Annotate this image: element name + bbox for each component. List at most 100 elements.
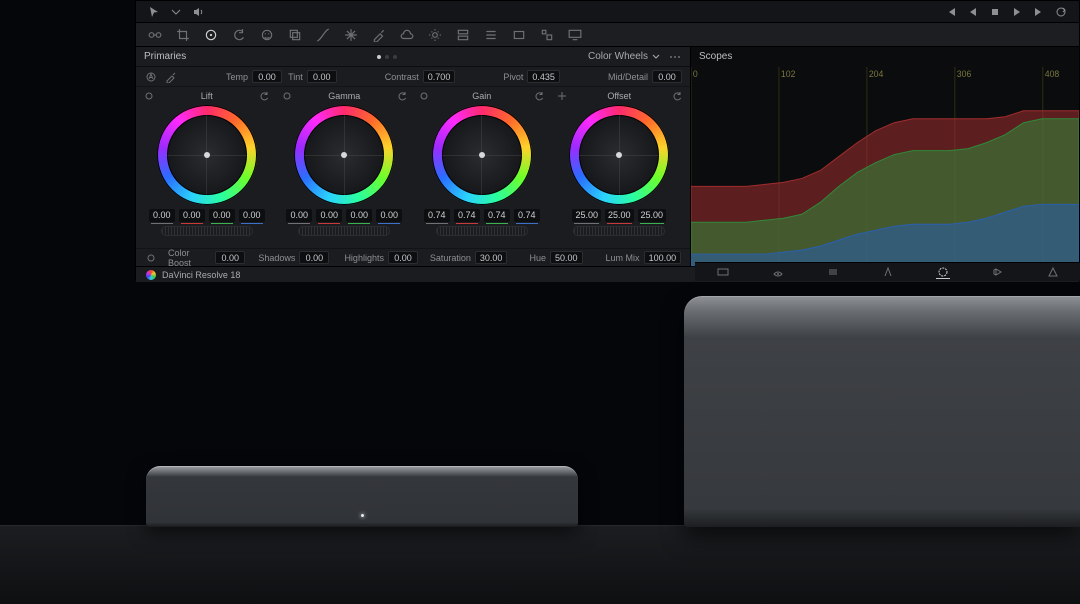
contrast-value[interactable]: 0.700: [423, 70, 456, 83]
wheel-gamma-val-3[interactable]: 0.00: [376, 209, 402, 222]
davinci-window: Primaries Color Wheels: [135, 0, 1080, 281]
highlights-value[interactable]: 0.00: [388, 251, 418, 264]
fairlight-page-icon[interactable]: [991, 265, 1005, 279]
wheel-gamma-control[interactable]: [294, 105, 394, 205]
fusion-page-icon[interactable]: [881, 265, 895, 279]
panel-menu-icon[interactable]: [668, 50, 682, 64]
stack-icon[interactable]: [456, 28, 470, 42]
color-page-icon[interactable]: [936, 265, 950, 279]
go-end-icon[interactable]: [1033, 6, 1045, 18]
wheel-lift-jog[interactable]: [161, 226, 253, 236]
cloud-icon[interactable]: [400, 28, 414, 42]
parade-scope[interactable]: 0102204306408: [691, 67, 1079, 266]
wheel-gain-val-0[interactable]: 0.74: [424, 209, 450, 222]
wheel-lift-val-3[interactable]: 0.00: [239, 209, 265, 222]
wheel-lift-val-0[interactable]: 0.00: [149, 209, 175, 222]
cut-page-icon[interactable]: [771, 265, 785, 279]
node-icon[interactable]: [148, 28, 162, 42]
wheel-gamma-val-1[interactable]: 0.00: [316, 209, 342, 222]
contrast-label: Contrast: [385, 72, 419, 82]
wheel-offset-left-icon[interactable]: [557, 91, 567, 101]
wheel-gain-val-2[interactable]: 0.74: [484, 209, 510, 222]
curves-icon[interactable]: [316, 28, 330, 42]
hsv-icon[interactable]: [484, 28, 498, 42]
wheel-gain-jog[interactable]: [436, 226, 528, 236]
highlights-label: Highlights: [344, 253, 384, 263]
shadows-value[interactable]: 0.00: [299, 251, 329, 264]
stop-icon[interactable]: [989, 6, 1001, 18]
sun-icon[interactable]: [428, 28, 442, 42]
picker2-icon[interactable]: [164, 70, 178, 84]
picker-icon[interactable]: [372, 28, 386, 42]
svg-text:204: 204: [869, 69, 884, 79]
target-icon[interactable]: [204, 28, 218, 42]
tint-value[interactable]: 0.00: [307, 70, 337, 83]
wheel-lift-val-2[interactable]: 0.00: [209, 209, 235, 222]
wheel-offset-val-1[interactable]: 25.00: [605, 209, 634, 222]
wheel-lift: Lift 0.000.000.000.00: [140, 91, 274, 248]
wheel-gain-control[interactable]: [432, 105, 532, 205]
wheel-offset-reset-icon[interactable]: [672, 91, 682, 101]
middetail-value[interactable]: 0.00: [652, 70, 682, 83]
mode-selector[interactable]: Color Wheels: [588, 51, 660, 62]
pointer-tool-icon[interactable]: [148, 6, 160, 18]
face-icon[interactable]: [260, 28, 274, 42]
scale-icon[interactable]: [540, 28, 554, 42]
snowflake-icon[interactable]: [344, 28, 358, 42]
mac-studio-device: [684, 296, 1080, 527]
wheel-gamma-val-2[interactable]: 0.00: [346, 209, 372, 222]
color-toolbar: [136, 23, 1079, 47]
play-icon[interactable]: [1011, 6, 1023, 18]
scopes-panel: Scopes 0102204306408: [691, 47, 1079, 266]
wheel-gamma-left-icon[interactable]: [282, 91, 292, 101]
scopes-title: Scopes: [699, 51, 732, 62]
wheel-offset: Offset 25.0025.0025.00: [553, 91, 687, 248]
wheel-gain-values: 0.74 0.74 0.74 0.74: [424, 209, 540, 222]
page-dots[interactable]: [186, 55, 588, 59]
auto-icon[interactable]: [144, 70, 158, 84]
wheel-gain-val-3[interactable]: 0.74: [514, 209, 540, 222]
crop-icon[interactable]: [176, 28, 190, 42]
deliver-page-icon[interactable]: [1046, 265, 1060, 279]
pivot-value[interactable]: 0.435: [527, 70, 560, 83]
monitor-icon[interactable]: [568, 28, 582, 42]
wheel-lift-reset-icon[interactable]: [259, 91, 269, 101]
loop-icon[interactable]: [1055, 6, 1067, 18]
wheel-gain-val-1[interactable]: 0.74: [454, 209, 480, 222]
hue-value[interactable]: 50.00: [550, 251, 583, 264]
wheel-gamma-reset-icon[interactable]: [397, 91, 407, 101]
reset-icon[interactable]: [232, 28, 246, 42]
wheel-lift-left-icon[interactable]: [144, 91, 154, 101]
saturation-value[interactable]: 30.00: [475, 251, 508, 264]
play-reverse-icon[interactable]: [967, 6, 979, 18]
wheel-gamma-jog[interactable]: [298, 226, 390, 236]
chevron-down-icon[interactable]: [170, 6, 182, 18]
wheel-gain-reset-icon[interactable]: [534, 91, 544, 101]
copy-icon[interactable]: [288, 28, 302, 42]
wheel-offset-jog[interactable]: [573, 226, 665, 236]
wheel-gain-left-icon[interactable]: [419, 91, 429, 101]
wheel-lift-val-1[interactable]: 0.00: [179, 209, 205, 222]
media-page-icon[interactable]: [716, 265, 730, 279]
link-icon[interactable]: [144, 251, 158, 265]
wheel-gamma-val-0[interactable]: 0.00: [286, 209, 312, 222]
global-adjust-row: Temp 0.00 Tint 0.00 Contrast 0.700 Pivot…: [136, 67, 690, 87]
wheel-lift-control[interactable]: [157, 105, 257, 205]
lummix-label: Lum Mix: [606, 253, 640, 263]
power-led-icon: [361, 514, 364, 517]
speaker-icon[interactable]: [192, 6, 204, 18]
lummix-value[interactable]: 100.00: [644, 251, 682, 264]
colorboost-value[interactable]: 0.00: [215, 251, 245, 264]
wheel-offset-values: 25.00 25.00 25.00: [572, 209, 666, 222]
temp-value[interactable]: 0.00: [252, 70, 282, 83]
go-start-icon[interactable]: [945, 6, 957, 18]
clip-icon[interactable]: [512, 28, 526, 42]
wheel-offset-val-2[interactable]: 25.00: [638, 209, 667, 222]
svg-text:0: 0: [693, 69, 698, 79]
wheel-offset-control[interactable]: [569, 105, 669, 205]
edit-page-icon[interactable]: [826, 265, 840, 279]
wheel-offset-val-0[interactable]: 25.00: [572, 209, 601, 222]
wheel-lift-values: 0.00 0.00 0.00 0.00: [149, 209, 265, 222]
panel-title: Primaries: [144, 51, 186, 62]
app-name: DaVinci Resolve 18: [162, 270, 240, 280]
